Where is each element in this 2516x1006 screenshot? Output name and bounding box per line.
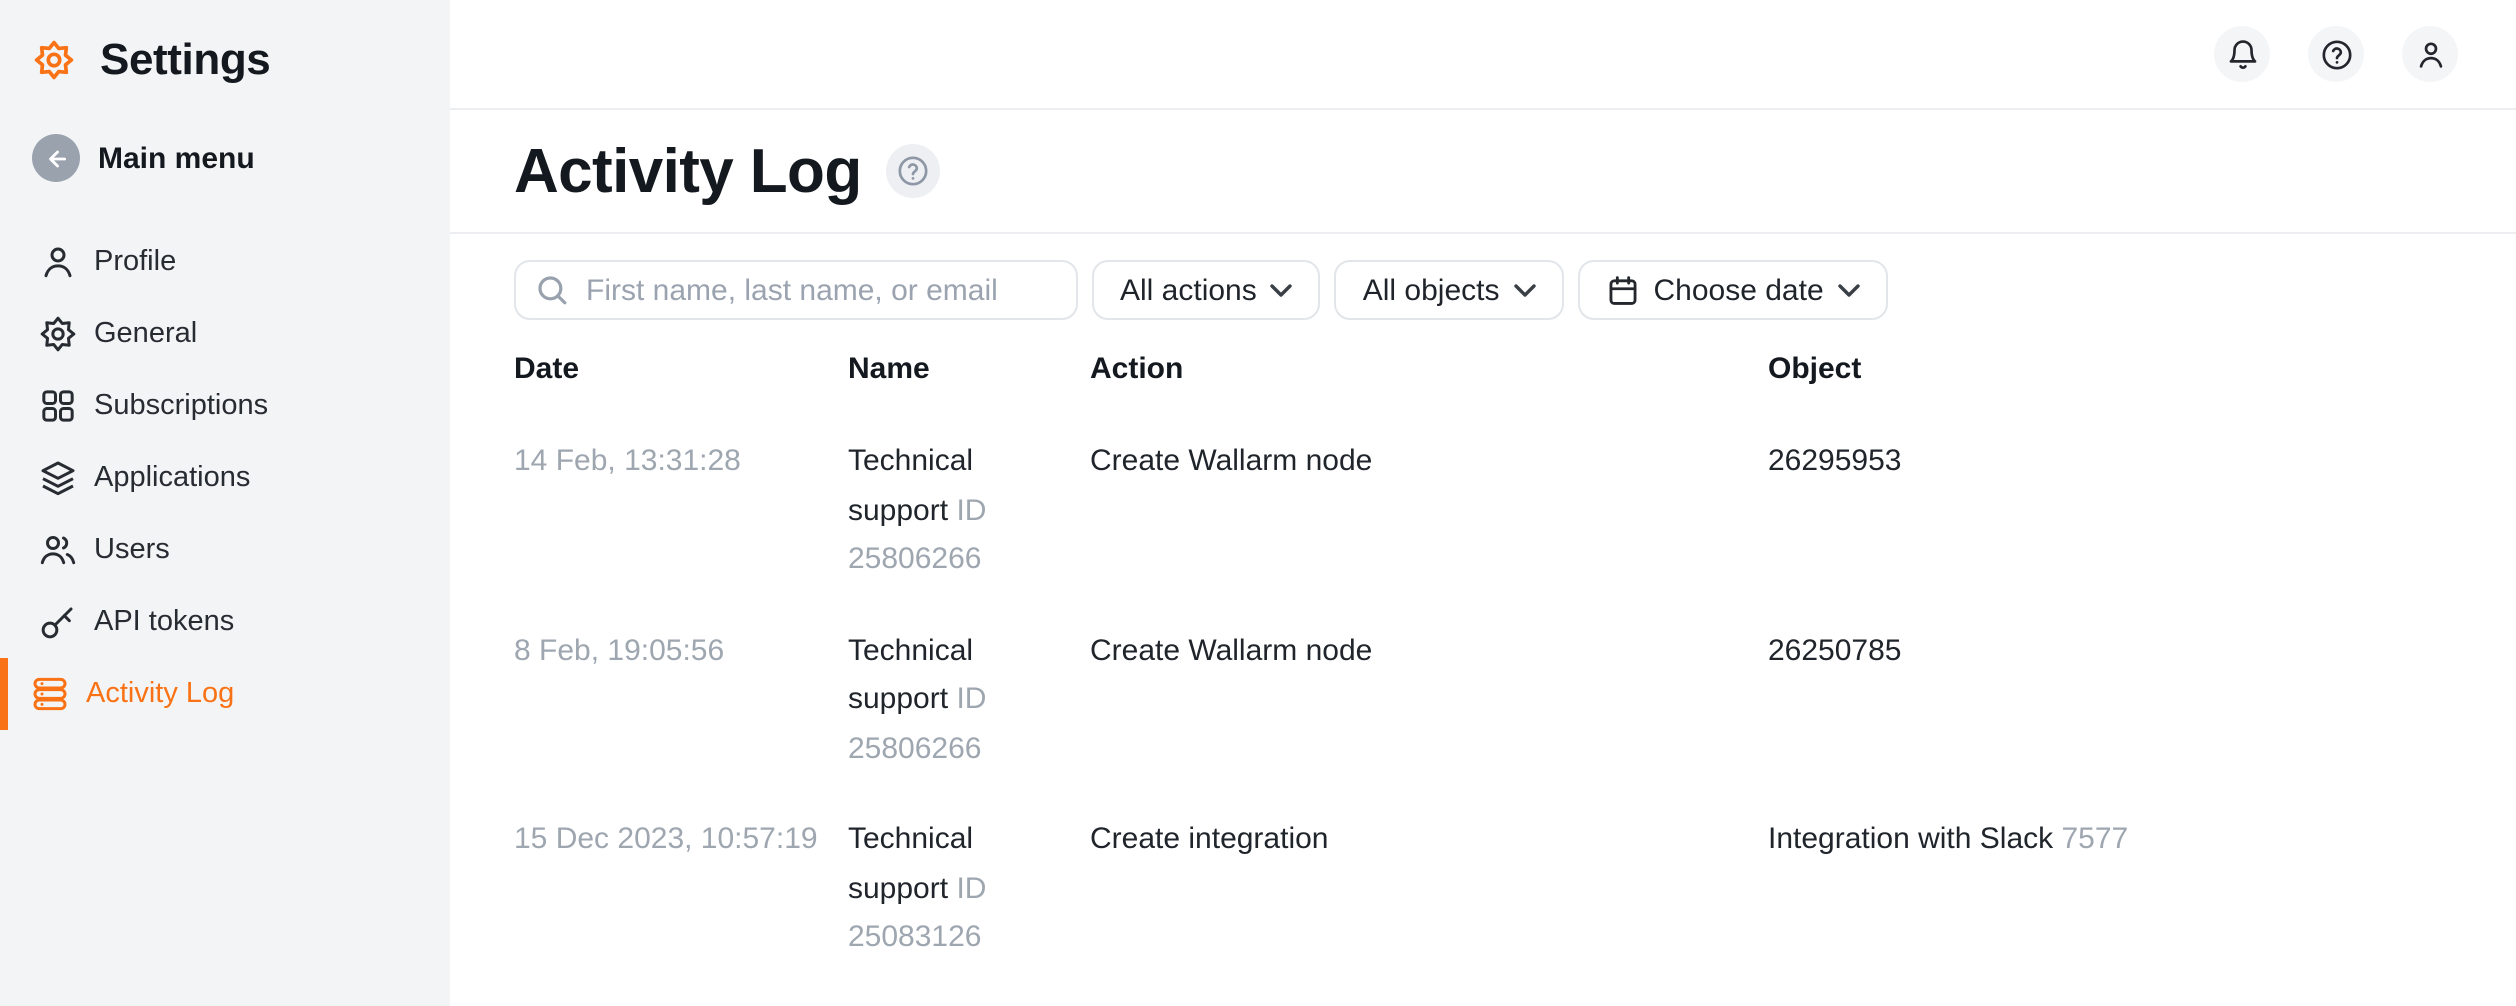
chevron-down-icon — [1514, 284, 1536, 298]
settings-gear-icon — [32, 38, 76, 82]
settings-logo: Settings — [0, 0, 450, 86]
layers-icon — [38, 458, 78, 498]
cell-object: 26250785 — [1768, 627, 2456, 774]
cell-date: 14 Feb, 13:31:28 — [514, 438, 848, 585]
help-button[interactable] — [2308, 26, 2364, 82]
person-icon — [38, 242, 78, 282]
sidebar-item-applications[interactable]: Applications — [0, 442, 450, 514]
sidebar-title: Settings — [100, 34, 270, 86]
app-window: Settings Main menu Profile — [0, 0, 2516, 1006]
col-header-date: Date — [514, 352, 848, 386]
sidebar-item-label: Subscriptions — [94, 390, 268, 422]
dropdown-label: All actions — [1120, 273, 1257, 307]
main-menu-label: Main menu — [98, 141, 255, 175]
chevron-down-icon — [1838, 284, 1860, 298]
calendar-icon — [1606, 273, 1640, 307]
table-header: Date Name Action Object — [514, 352, 2456, 386]
account-button[interactable] — [2402, 26, 2458, 82]
key-icon — [38, 602, 78, 642]
col-header-object: Object — [1768, 352, 2456, 386]
help-icon — [896, 154, 930, 188]
sidebar-item-profile[interactable]: Profile — [0, 226, 450, 298]
cell-date: 15 Dec 2023, 10:57:19 — [514, 816, 848, 963]
page-header: Activity Log — [450, 110, 2516, 234]
sidebar-item-label: Users — [94, 534, 170, 566]
cell-action: Create Wallarm node — [1090, 627, 1768, 774]
sidebar-item-users[interactable]: Users — [0, 514, 450, 586]
page-title: Activity Log — [514, 135, 862, 207]
main-area: Activity Log — [450, 0, 2516, 1006]
cell-action: Create Wallarm node — [1090, 438, 1768, 585]
all-actions-dropdown[interactable]: All actions — [1092, 260, 1321, 320]
sidebar-nav: Profile General — [0, 226, 450, 730]
users-icon — [38, 530, 78, 570]
topbar — [450, 0, 2516, 110]
chevron-down-icon — [1271, 284, 1293, 298]
sidebar-item-label: Applications — [94, 462, 250, 494]
cell-name: Technical support ID 25806266 — [848, 627, 1090, 774]
grid-icon — [38, 386, 78, 426]
help-icon — [2319, 37, 2353, 71]
rows-icon — [30, 674, 70, 714]
choose-date-dropdown[interactable]: Choose date — [1578, 260, 1888, 320]
content: All actions All objects — [450, 234, 2516, 1005]
sidebar-item-label: General — [94, 318, 197, 350]
sidebar-item-api-tokens[interactable]: API tokens — [0, 586, 450, 658]
search-input[interactable] — [514, 260, 1078, 320]
activity-log-table: Date Name Action Object 14 Feb, 13:31:28… — [514, 352, 2456, 963]
sidebar-item-label: Activity Log — [86, 678, 234, 710]
cell-object: Integration with Slack 7577 — [1768, 816, 2456, 963]
sidebar-item-label: Profile — [94, 246, 176, 278]
all-objects-dropdown[interactable]: All objects — [1335, 260, 1564, 320]
sidebar-item-subscriptions[interactable]: Subscriptions — [0, 370, 450, 442]
table-row: 14 Feb, 13:31:28 Technical support ID 25… — [514, 438, 2456, 585]
cell-name: Technical support ID 25806266 — [848, 438, 1090, 585]
filters-row: All actions All objects — [514, 260, 2456, 320]
col-header-action: Action — [1090, 352, 1768, 386]
page-help-button[interactable] — [886, 144, 940, 198]
back-arrow-icon — [32, 134, 80, 182]
main-menu-back[interactable]: Main menu — [32, 134, 450, 182]
dropdown-label: Choose date — [1654, 273, 1824, 307]
cell-name: Technical support ID 25083126 — [848, 816, 1090, 963]
table-row: 15 Dec 2023, 10:57:19 Technical support … — [514, 816, 2456, 963]
table-row: 8 Feb, 19:05:56 Technical support ID 258… — [514, 627, 2456, 774]
settings-sidebar: Settings Main menu Profile — [0, 0, 450, 1006]
cell-object: 26295953 — [1768, 438, 2456, 585]
dropdown-label: All objects — [1363, 273, 1500, 307]
sidebar-item-general[interactable]: General — [0, 298, 450, 370]
col-header-name: Name — [848, 352, 1090, 386]
cell-action: Create integration — [1090, 816, 1768, 963]
sidebar-item-label: API tokens — [94, 606, 234, 638]
sidebar-item-activity-log[interactable]: Activity Log — [0, 658, 450, 730]
search-box — [514, 260, 1078, 320]
cell-date: 8 Feb, 19:05:56 — [514, 627, 848, 774]
gear-icon — [38, 314, 78, 354]
notifications-button[interactable] — [2214, 26, 2270, 82]
bell-icon — [2225, 37, 2259, 71]
user-icon — [2413, 37, 2447, 71]
